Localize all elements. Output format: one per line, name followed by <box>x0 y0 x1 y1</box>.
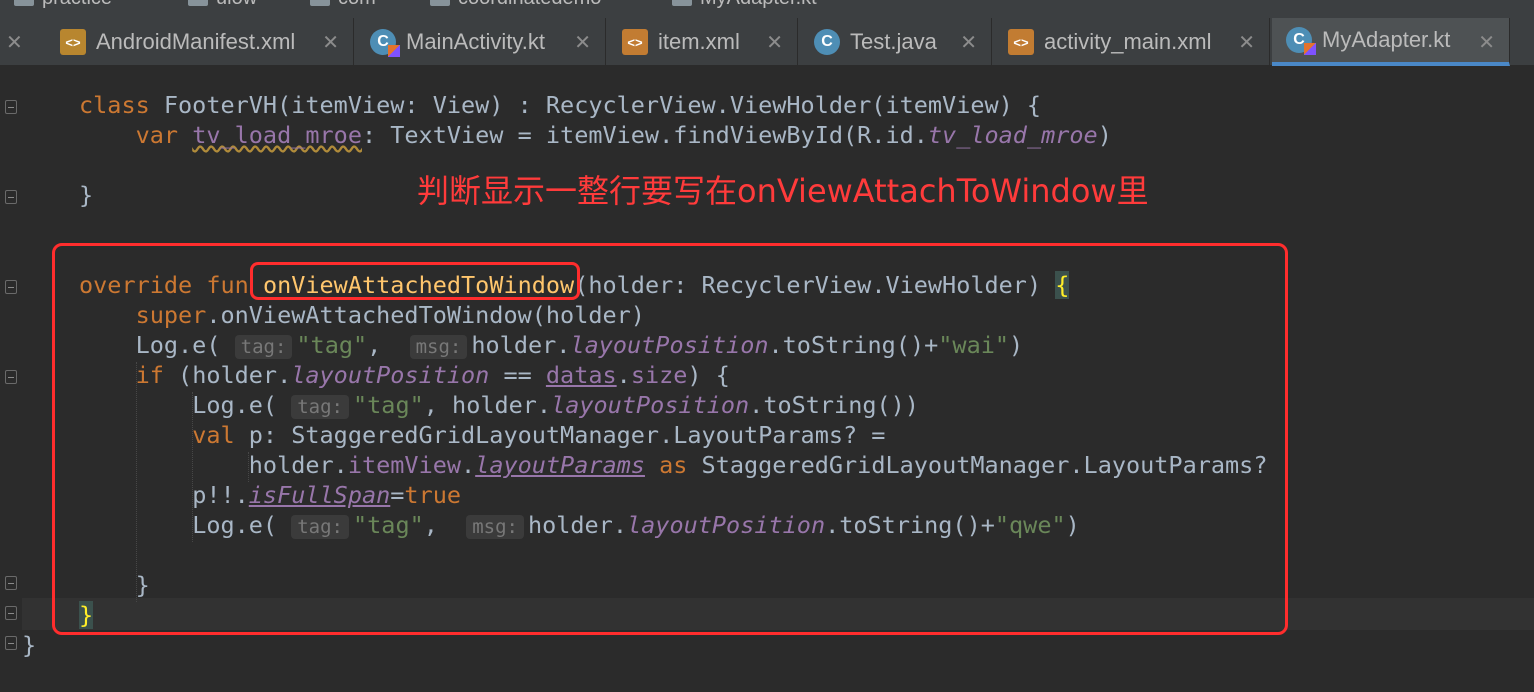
breadcrumb-item[interactable]: ulow <box>188 0 257 10</box>
editor-tab-bar: ✕ <> AndroidManifest.xml ✕ C MainActivit… <box>0 18 1534 66</box>
kotlin-file-icon <box>672 0 692 6</box>
fold-icon[interactable] <box>5 100 17 114</box>
folder-icon <box>14 0 34 6</box>
tab-mainactivity[interactable]: C MainActivity.kt ✕ <box>356 18 606 66</box>
breadcrumb-item[interactable]: MyAdapter.kt <box>672 0 817 10</box>
tab-item-xml[interactable]: <> item.xml ✕ <box>608 18 798 66</box>
breadcrumb-item[interactable]: coordinatedemo <box>430 0 601 10</box>
close-icon[interactable]: ✕ <box>1238 30 1255 55</box>
tab-activity-main[interactable]: <> activity_main.xml ✕ <box>994 18 1270 66</box>
fold-icon[interactable] <box>5 280 17 294</box>
editor-gutter <box>0 66 22 692</box>
code-line: } <box>22 631 37 659</box>
folder-icon <box>430 0 450 6</box>
fold-icon[interactable] <box>5 370 17 384</box>
close-icon[interactable]: ✕ <box>574 30 591 55</box>
code-line: var tv_load_mroe: TextView = itemView.fi… <box>135 121 1112 149</box>
close-icon[interactable]: ✕ <box>1478 30 1495 55</box>
close-icon[interactable]: ✕ <box>766 30 783 55</box>
annotation-box <box>52 243 1288 635</box>
tab-myadapter[interactable]: C MyAdapter.kt ✕ <box>1272 18 1510 66</box>
xml-manifest-icon: <> <box>60 29 86 55</box>
folder-icon <box>188 0 208 6</box>
fold-icon[interactable] <box>5 190 17 204</box>
breadcrumb: practice ulow com coordinatedemo MyAdapt… <box>0 0 1534 18</box>
kotlin-class-icon: C <box>1286 27 1316 55</box>
annotation-text: 判断显示一整行要写在onViewAttachToWindow里 <box>417 172 1149 210</box>
breadcrumb-item[interactable]: practice <box>14 0 112 10</box>
xml-layout-icon: <> <box>622 29 648 55</box>
java-class-icon: C <box>814 29 840 55</box>
kotlin-class-icon: C <box>370 29 400 57</box>
annotation-highlight-box <box>250 262 580 300</box>
close-icon[interactable]: ✕ <box>6 30 23 55</box>
close-icon[interactable]: ✕ <box>322 30 339 55</box>
fold-icon[interactable] <box>5 606 17 620</box>
code-line: } <box>79 181 94 209</box>
xml-layout-icon: <> <box>1008 29 1034 55</box>
tab-test-java[interactable]: C Test.java ✕ <box>800 18 992 66</box>
fold-icon[interactable] <box>5 576 17 590</box>
close-icon[interactable]: ✕ <box>960 30 977 55</box>
breadcrumb-item[interactable]: com <box>310 0 376 10</box>
folder-icon <box>310 0 330 6</box>
fold-icon[interactable] <box>5 636 17 650</box>
tab-androidmanifest[interactable]: <> AndroidManifest.xml ✕ <box>46 18 354 66</box>
code-line: class FooterVH(itemView: View) : Recycle… <box>79 91 1042 119</box>
